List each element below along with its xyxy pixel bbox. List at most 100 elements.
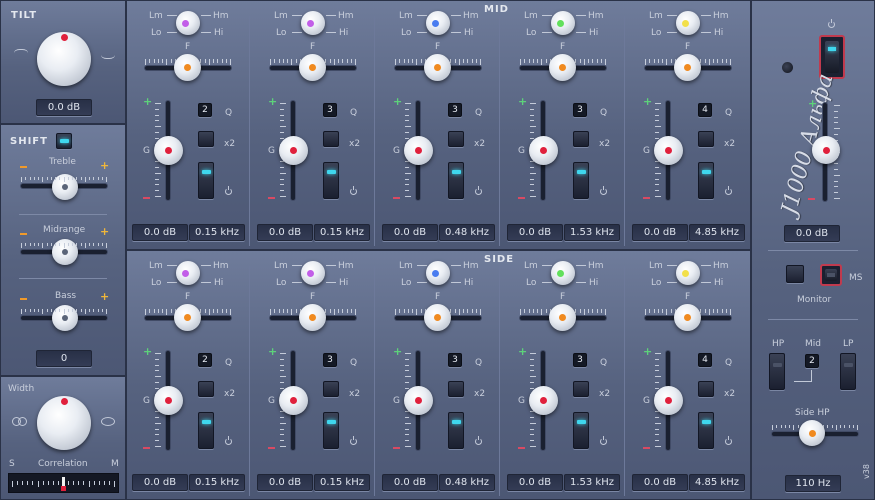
- freq-slider-knob[interactable]: [549, 304, 576, 331]
- band-enable-toggle[interactable]: [448, 412, 464, 449]
- gain-slider-knob[interactable]: [404, 386, 433, 415]
- band-enable-toggle[interactable]: [698, 162, 714, 199]
- gain-slider-knob[interactable]: [154, 386, 183, 415]
- freq-slider-knob[interactable]: [674, 54, 701, 81]
- lm-label: Lm: [274, 261, 288, 271]
- band-enable-toggle[interactable]: [573, 162, 589, 199]
- lm-label: Lm: [649, 261, 663, 271]
- side-hp-knob[interactable]: [799, 420, 825, 446]
- band-enable-toggle[interactable]: [323, 412, 339, 449]
- side-band-1: Lm Hm Lo Hi F + G 2 Qx2 0.0 dB 0.15 kHz: [127, 250, 251, 500]
- x2-button[interactable]: [448, 381, 464, 397]
- hm-label: Hm: [463, 11, 479, 21]
- x2-button[interactable]: [698, 131, 714, 147]
- gain-slider-knob[interactable]: [654, 386, 683, 415]
- freq-slider-knob[interactable]: [174, 54, 201, 81]
- x2-button[interactable]: [698, 381, 714, 397]
- q-value[interactable]: 3: [573, 353, 587, 367]
- x2-button[interactable]: [323, 131, 339, 147]
- q-value[interactable]: 3: [573, 103, 587, 117]
- hm-label: Hm: [213, 261, 229, 271]
- gain-slider-knob[interactable]: [529, 386, 558, 415]
- gain-slider-knob[interactable]: [404, 136, 433, 165]
- band-type-knob[interactable]: [176, 11, 200, 35]
- hp-toggle[interactable]: [769, 353, 785, 390]
- x2-button[interactable]: [573, 131, 589, 147]
- band-enable-toggle[interactable]: [198, 412, 214, 449]
- band-enable-toggle[interactable]: [323, 162, 339, 199]
- gain-plus-marker: +: [393, 95, 403, 108]
- lp-toggle[interactable]: [840, 353, 856, 390]
- g-label: G: [393, 146, 400, 156]
- x2-button[interactable]: [198, 381, 214, 397]
- freq-slider-knob[interactable]: [424, 304, 451, 331]
- hi-label: Hi: [339, 28, 349, 38]
- q-value[interactable]: 4: [698, 353, 712, 367]
- q-value[interactable]: 3: [323, 353, 337, 367]
- ms-button[interactable]: [820, 264, 842, 286]
- q-label: Q: [225, 358, 233, 368]
- q-value[interactable]: 2: [198, 103, 212, 117]
- freq-readout: 4.85 kHz: [689, 224, 745, 241]
- band-enable-toggle[interactable]: [448, 162, 464, 199]
- band-enable-toggle[interactable]: [198, 162, 214, 199]
- g-label: G: [268, 146, 275, 156]
- x2-button[interactable]: [323, 381, 339, 397]
- band-type-knob[interactable]: [551, 11, 575, 35]
- gain-slider-knob[interactable]: [279, 136, 308, 165]
- lo-label: Lo: [526, 278, 537, 288]
- freq-slider-knob[interactable]: [299, 54, 326, 81]
- shift-toggle[interactable]: [56, 133, 72, 149]
- f-label: F: [310, 292, 316, 302]
- band-type-knob[interactable]: [176, 261, 200, 285]
- band-type-knob[interactable]: [551, 261, 575, 285]
- tilt-panel: TILT 0.0 dB: [0, 0, 126, 124]
- band-type-knob[interactable]: [301, 261, 325, 285]
- x2-label: x2: [599, 389, 611, 399]
- power-icon: [475, 436, 482, 445]
- gain-minus-marker: [643, 447, 650, 449]
- gain-readout: 0.0 dB: [257, 224, 313, 241]
- q-value[interactable]: 2: [198, 353, 212, 367]
- freq-slider-knob[interactable]: [299, 304, 326, 331]
- freq-slider-knob[interactable]: [549, 54, 576, 81]
- freq-slider-knob[interactable]: [674, 304, 701, 331]
- output-panel: J1000 Альфа + 0.0 dB MS Monitor HP Mid L…: [751, 0, 875, 500]
- band-type-knob[interactable]: [426, 261, 450, 285]
- gain-slider-knob[interactable]: [154, 136, 183, 165]
- freq-slider-knob[interactable]: [424, 54, 451, 81]
- q-value[interactable]: 3: [448, 353, 462, 367]
- band-type-knob[interactable]: [426, 11, 450, 35]
- x2-button[interactable]: [198, 131, 214, 147]
- mid-filter-value[interactable]: 2: [805, 354, 819, 368]
- gain-readout: 0.0 dB: [132, 474, 188, 491]
- band-enable-toggle[interactable]: [573, 412, 589, 449]
- gain-slider-knob[interactable]: [279, 386, 308, 415]
- gain-slider-knob[interactable]: [529, 136, 558, 165]
- q-value[interactable]: 4: [698, 103, 712, 117]
- power-icon: [600, 436, 607, 445]
- tilt-curve-low-icon: [14, 49, 28, 59]
- x2-label: x2: [349, 139, 361, 149]
- freq-slider-knob[interactable]: [174, 304, 201, 331]
- band-enable-toggle[interactable]: [698, 412, 714, 449]
- band-type-knob[interactable]: [676, 11, 700, 35]
- width-knob[interactable]: [37, 396, 91, 450]
- band-type-knob[interactable]: [301, 11, 325, 35]
- lo-label: Lo: [401, 28, 412, 38]
- gain-slider-knob[interactable]: [654, 136, 683, 165]
- wide-icon: [101, 417, 115, 426]
- monitor-button[interactable]: [786, 265, 804, 283]
- band-type-knob[interactable]: [676, 261, 700, 285]
- bass-label: Bass: [55, 291, 77, 301]
- output-gain-knob[interactable]: [812, 136, 840, 164]
- q-value[interactable]: 3: [323, 103, 337, 117]
- x2-button[interactable]: [573, 381, 589, 397]
- x2-button[interactable]: [448, 131, 464, 147]
- q-value[interactable]: 3: [448, 103, 462, 117]
- gain-plus-marker: +: [143, 345, 153, 358]
- tilt-knob[interactable]: [37, 32, 91, 86]
- correlation-label: Correlation: [38, 459, 88, 469]
- gain-minus-marker: [393, 447, 400, 449]
- q-label: Q: [725, 358, 733, 368]
